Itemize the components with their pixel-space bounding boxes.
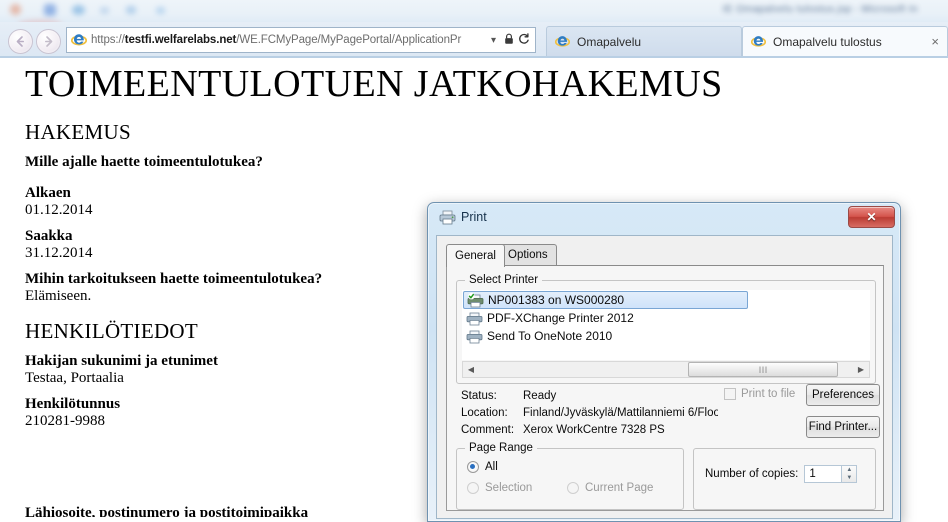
checkbox-box	[724, 388, 736, 400]
back-arrow-icon	[16, 36, 24, 47]
dialog-body: General Options Select Printer NP001383 …	[436, 235, 893, 519]
blurred-icon-2	[44, 4, 56, 16]
status-label: Comment:	[461, 424, 515, 436]
preferences-button[interactable]: Preferences	[806, 384, 880, 406]
tab-label: General	[455, 250, 496, 262]
copies-input[interactable]: 1	[804, 465, 843, 483]
tab-label: Omapalvelu	[577, 34, 642, 49]
field-answer: Elämiseen.	[25, 288, 92, 304]
status-value: Finland/Jyväskylä/Mattilanniemi 6/Floor …	[523, 407, 718, 419]
field-question: Alkaen	[25, 185, 71, 201]
blurred-icon-5	[126, 6, 136, 14]
printer-list-item[interactable]: Send To OneNote 2010	[463, 327, 869, 345]
radio-all[interactable]: All	[467, 461, 498, 473]
spin-up-icon[interactable]: ▲	[846, 466, 852, 474]
internet-explorer-icon	[554, 34, 571, 50]
printer-icon	[466, 329, 483, 344]
scrollbar-thumb[interactable]: III	[688, 362, 839, 377]
radio-label: Current Page	[585, 482, 654, 494]
dialog-title: Print	[461, 210, 487, 224]
browser-tab-omapalvelu[interactable]: Omapalvelu	[546, 26, 742, 56]
copies-label: Number of copies:	[705, 468, 799, 480]
close-icon[interactable]: ×	[931, 35, 939, 48]
section-heading-hakemus: HAKEMUS	[25, 120, 131, 144]
tab-general[interactable]: General	[446, 244, 505, 267]
forward-arrow-icon	[45, 36, 53, 47]
tab-options[interactable]: Options	[499, 244, 557, 265]
field-question-clipped: Lähiosoite, postinumero ja postitoimipai…	[25, 505, 309, 517]
scroll-left-icon[interactable]: ◀	[463, 362, 479, 377]
radio-label: All	[485, 461, 498, 473]
browser-tab-omapalvelu-tulostus[interactable]: Omapalvelu tulostus ×	[742, 26, 948, 56]
printer-name: PDF-XChange Printer 2012	[487, 311, 634, 325]
group-legend: Page Range	[465, 442, 537, 454]
section-heading-henkilotiedot: HENKILÖTIEDOT	[25, 319, 199, 343]
field-question: Mihin tarkoitukseen haette toimeentulotu…	[25, 271, 323, 287]
blurred-icon-1	[10, 4, 21, 15]
spin-down-icon[interactable]: ▼	[846, 474, 852, 482]
printer-list-item[interactable]: PDF-XChange Printer 2012	[463, 309, 869, 327]
printer-list-item[interactable]: NP001383 on WS000280	[463, 291, 748, 309]
radio-indicator	[467, 482, 479, 494]
printer-icon	[439, 210, 456, 225]
blurred-window-title: IE Omapalvelu tulostus.jsp - Microsoft I…	[722, 4, 918, 15]
close-button[interactable]: ✕	[848, 206, 895, 228]
tab-label: Omapalvelu tulostus	[773, 34, 882, 49]
printer-list[interactable]: NP001383 on WS000280 PDF-XChange Printer…	[462, 290, 870, 360]
radio-selection: Selection	[467, 482, 532, 494]
chevron-down-icon[interactable]: ▾	[486, 35, 501, 46]
lock-icon[interactable]	[501, 33, 516, 48]
radio-indicator	[467, 461, 479, 473]
field-question: Mille ajalle haette toimeentulotukea?	[25, 154, 263, 170]
blurred-icon-6	[156, 7, 165, 14]
printer-default-icon	[467, 292, 484, 308]
internet-explorer-icon	[750, 34, 767, 50]
select-printer-group: Select Printer NP001383 on WS000280 PDF-…	[456, 274, 876, 384]
find-printer-button[interactable]: Find Printer...	[806, 416, 880, 438]
field-question: Hakijan sukunimi ja etunimet	[25, 353, 218, 369]
printer-name: Send To OneNote 2010	[487, 329, 613, 343]
address-bar[interactable]: https://testfi.welfarelabs.net/WE.FCMyPa…	[66, 27, 536, 53]
field-answer: Testaa, Portaalia	[25, 370, 124, 386]
copies-group: Number of copies: 1 ▲ ▼	[693, 448, 876, 510]
radio-current-page: Current Page	[567, 482, 653, 494]
forward-button[interactable]	[36, 29, 61, 54]
printer-list-horizontal-scrollbar[interactable]: ◀ III ▶	[462, 361, 870, 378]
number-of-copies-row: Number of copies: 1 ▲ ▼	[705, 465, 858, 483]
print-dialog: Print ✕ General Options Select Printer N…	[427, 202, 901, 522]
tab-label: Options	[508, 249, 548, 261]
page-title: TOIMEENTULOTUEN JATKOHAKEMUS	[25, 63, 723, 105]
radio-label: Selection	[485, 482, 533, 494]
status-value: Xerox WorkCentre 7328 PS	[523, 424, 665, 436]
page-range-group: Page Range All Selection Current Page	[456, 442, 684, 510]
url-text: https://testfi.welfarelabs.net/WE.FCMyPa…	[91, 34, 462, 46]
blurred-window-strip: IE Omapalvelu tulostus.jsp - Microsoft I…	[0, 0, 948, 24]
field-answer: 31.12.2014	[25, 245, 93, 261]
copies-stepper[interactable]: ▲ ▼	[842, 465, 858, 483]
field-answer: 01.12.2014	[25, 202, 93, 218]
dialog-titlebar[interactable]: Print ✕	[428, 203, 900, 233]
status-label: Location:	[461, 407, 508, 419]
printer-icon	[466, 311, 483, 326]
field-answer: 210281-9988	[25, 413, 105, 429]
scroll-right-icon[interactable]: ▶	[853, 362, 869, 377]
field-question: Henkilötunnus	[25, 396, 121, 412]
print-to-file-checkbox: Print to file	[724, 388, 795, 400]
general-tab-panel: Select Printer NP001383 on WS000280 PDF-…	[446, 265, 884, 511]
radio-indicator	[567, 482, 579, 494]
blurred-icon-4	[100, 7, 109, 14]
field-question: Saakka	[25, 228, 73, 244]
status-value: Ready	[523, 390, 557, 402]
refresh-icon[interactable]	[516, 32, 531, 48]
document-body: HAKEMUS Mille ajalle haette toimeentulot…	[25, 120, 445, 430]
group-legend: Select Printer	[465, 274, 543, 286]
printer-name: NP001383 on WS000280	[488, 293, 625, 307]
blurred-icon-3	[72, 5, 85, 15]
browser-toolbar: https://testfi.welfarelabs.net/WE.FCMyPa…	[0, 22, 948, 58]
back-button[interactable]	[8, 29, 33, 54]
internet-explorer-icon	[70, 32, 88, 48]
status-label: Status:	[461, 390, 497, 402]
scrollbar-track[interactable]: III	[479, 362, 853, 377]
print-to-file-label: Print to file	[741, 388, 796, 400]
